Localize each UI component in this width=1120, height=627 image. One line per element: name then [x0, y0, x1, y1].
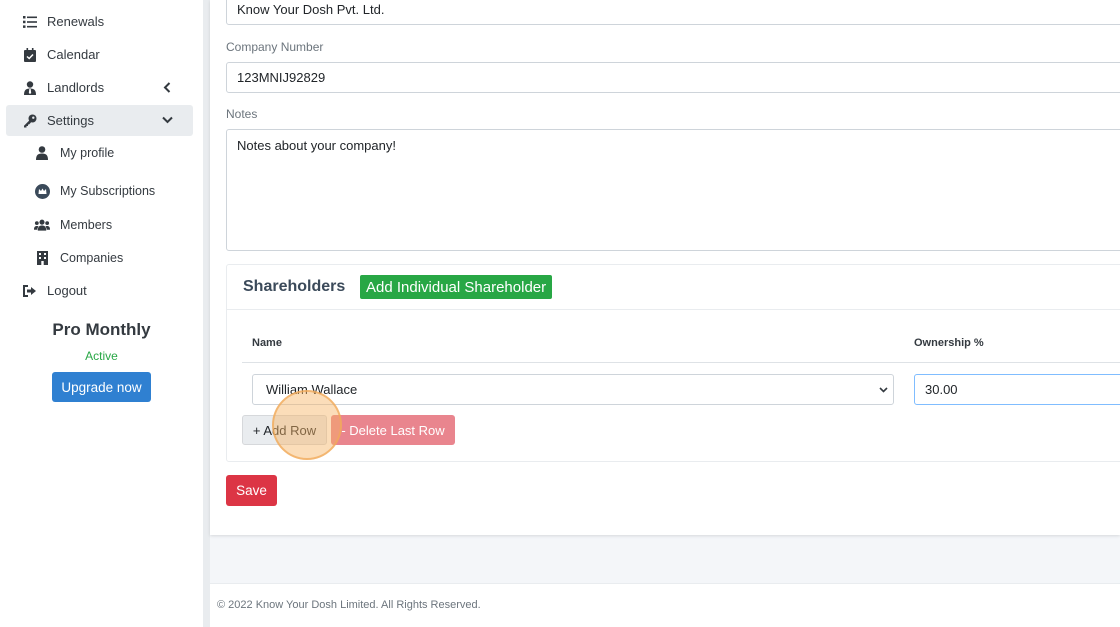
add-individual-shareholder-button[interactable]: Add Individual Shareholder: [360, 275, 553, 299]
sidebar-item-label: Landlords: [47, 80, 105, 95]
sidebar-item-label: Calendar: [47, 47, 100, 62]
sidebar-item-landlords[interactable]: Landlords: [6, 72, 193, 103]
footer-copyright: © 2022 Know Your Dosh Limited. All Right…: [217, 599, 481, 611]
list-icon: [23, 15, 37, 29]
sidebar-item-label: My profile: [60, 146, 115, 160]
sidebar-divider: [203, 0, 210, 627]
shareholder-name-value: William Wallace: [266, 382, 358, 397]
sidebar-subitem-my-profile[interactable]: My profile: [34, 141, 114, 165]
column-header-ownership: Ownership %: [914, 337, 984, 349]
sidebar-item-settings[interactable]: Settings: [6, 105, 193, 136]
notes-textarea[interactable]: Notes about your company!: [226, 129, 1120, 251]
sidebar-item-label: Renewals: [47, 14, 105, 29]
sidebar-subitem-members[interactable]: Members: [34, 213, 112, 237]
add-row-button[interactable]: + Add Row: [242, 415, 327, 445]
plan-name: Pro Monthly: [52, 320, 151, 339]
notes-label: Notes: [226, 107, 258, 121]
user-tie-icon: [23, 80, 37, 95]
key-icon: [23, 114, 37, 128]
chevron-left-icon: [161, 80, 173, 94]
users-icon: [34, 217, 50, 233]
sign-out-icon: [23, 284, 37, 298]
sidebar-item-renewals[interactable]: Renewals: [6, 6, 193, 37]
shareholders-header: Shareholders Add Individual Shareholder: [227, 265, 1120, 310]
sidebar-subitem-companies[interactable]: Companies: [34, 246, 123, 270]
sidebar-subitem-my-subscriptions[interactable]: My Subscriptions: [34, 179, 155, 203]
sidebar-item-label: My Subscriptions: [60, 184, 156, 198]
sidebar-item-label: Companies: [60, 251, 124, 265]
sidebar: Renewals Calendar Landlords Settings My …: [0, 0, 203, 627]
sidebar-item-label: Members: [60, 218, 113, 232]
company-name-input[interactable]: Know Your Dosh Pvt. Ltd.: [226, 0, 1120, 25]
crown-icon: [34, 183, 50, 199]
plan-status: Active: [85, 349, 118, 363]
chevron-down-icon: [161, 113, 173, 127]
ownership-input[interactable]: 30.00: [914, 374, 1120, 405]
delete-last-row-button[interactable]: - Delete Last Row: [331, 415, 455, 445]
table-header-divider: [242, 362, 1120, 363]
shareholder-name-select[interactable]: William Wallace: [252, 374, 894, 405]
column-header-name: Name: [252, 337, 282, 349]
sidebar-item-logout[interactable]: Logout: [6, 275, 193, 306]
building-icon: [34, 250, 50, 266]
sidebar-item-label: Settings: [47, 113, 94, 128]
company-number-input[interactable]: 123MNIJ92829: [226, 62, 1120, 93]
calendar-icon: [23, 47, 37, 62]
company-number-label: Company Number: [226, 40, 324, 54]
sidebar-item-label: Logout: [47, 283, 87, 298]
shareholders-title: Shareholders: [243, 278, 346, 295]
upgrade-now-button[interactable]: Upgrade now: [52, 372, 151, 402]
save-button[interactable]: Save: [226, 475, 277, 506]
chevron-down-icon: [877, 384, 889, 396]
user-icon: [34, 145, 50, 161]
sidebar-item-calendar[interactable]: Calendar: [6, 39, 193, 70]
